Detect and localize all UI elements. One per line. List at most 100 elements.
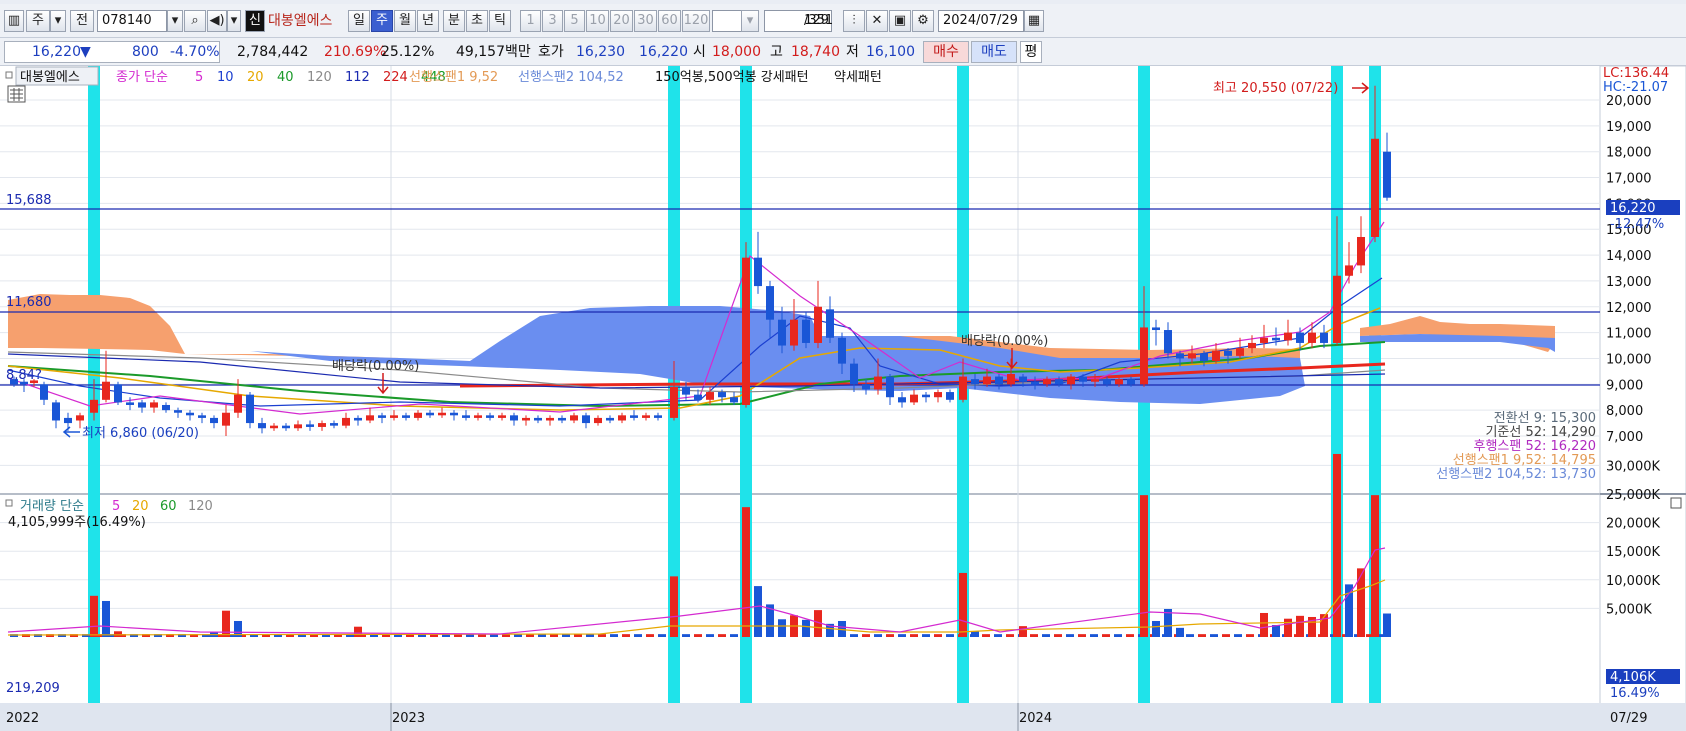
period-tab-month[interactable]: 월 bbox=[394, 10, 416, 32]
volume-avg-label: 219,209 bbox=[6, 681, 60, 696]
period-select[interactable]: 주 bbox=[26, 10, 50, 32]
price-axis-panel bbox=[1599, 66, 1686, 731]
stock-code-input[interactable]: 078140 bbox=[97, 10, 167, 32]
period-tab-tick[interactable]: 틱 bbox=[489, 10, 511, 32]
interval-60[interactable]: 60 bbox=[658, 10, 681, 32]
volume-bar bbox=[1260, 612, 1268, 637]
candle-body bbox=[1308, 332, 1316, 343]
bid-price: 16,220 bbox=[639, 44, 688, 60]
volume-bar-small bbox=[1234, 634, 1242, 637]
volume-bar bbox=[1272, 624, 1280, 637]
candle-body bbox=[1200, 353, 1208, 362]
candle-body bbox=[1164, 330, 1172, 354]
candle-body bbox=[898, 397, 906, 403]
line-label-2: 11,680 bbox=[6, 295, 52, 310]
price-axis-label: 13,000 bbox=[1606, 275, 1652, 290]
low-label: 저 bbox=[846, 44, 859, 60]
crosshair-icon[interactable]: ✕ bbox=[866, 10, 888, 32]
volume-legend-ma-item: 60 bbox=[160, 499, 177, 514]
legend-ma-item: 20 bbox=[247, 70, 264, 85]
volume-bar-small bbox=[874, 634, 882, 637]
interval-3[interactable]: 3 bbox=[542, 10, 563, 32]
volume-bar-small bbox=[730, 634, 738, 637]
x-label-2024: 2024 bbox=[1019, 711, 1052, 726]
period-tab-second[interactable]: 초 bbox=[466, 10, 488, 32]
period-tab-week[interactable]: 주 bbox=[371, 10, 393, 32]
interval-20[interactable]: 20 bbox=[610, 10, 633, 32]
buy-button[interactable]: 매수 bbox=[923, 41, 969, 63]
candle-body bbox=[1296, 332, 1304, 343]
volume-bar bbox=[222, 610, 230, 637]
candle-body bbox=[802, 319, 810, 343]
legend-ma-item: 5 bbox=[195, 70, 203, 85]
period-dropdown-icon[interactable]: ▾ bbox=[50, 10, 66, 32]
legend-pattern: 150억봉,500억봉 강세패턴 bbox=[655, 70, 809, 85]
chart-area[interactable]: 대봉엘에스 종가 단순 5 10 20 40 120 112 224 448 선행스팬1 9,… bbox=[0, 66, 1686, 731]
speaker-icon[interactable]: ◀) bbox=[207, 10, 227, 32]
candle-body bbox=[234, 394, 242, 413]
volume-bar-small bbox=[886, 634, 894, 637]
volume-axis-label: 10,000K bbox=[1606, 574, 1660, 589]
volume-bar-small bbox=[694, 634, 702, 637]
volume-bar-small bbox=[646, 634, 654, 637]
candle-body bbox=[510, 415, 518, 421]
candle-body bbox=[102, 381, 110, 400]
candle-style-icon[interactable]: ⫶ bbox=[843, 10, 865, 32]
candle-body bbox=[922, 394, 930, 398]
save-icon[interactable]: ▣ bbox=[889, 10, 911, 32]
prev-button[interactable]: 전 bbox=[70, 10, 94, 32]
interval-5[interactable]: 5 bbox=[564, 10, 585, 32]
legend-price-label: 종가 단순 bbox=[116, 70, 168, 85]
period-tab-minute[interactable]: 분 bbox=[443, 10, 465, 32]
volume-bar-small bbox=[994, 634, 1002, 637]
period-tab-year[interactable]: 년 bbox=[417, 10, 439, 32]
candle-body bbox=[790, 319, 798, 346]
interval-1[interactable]: 1 bbox=[520, 10, 541, 32]
volume-bar bbox=[102, 600, 110, 637]
price-axis-label: 9,000 bbox=[1606, 378, 1643, 393]
candle-body bbox=[1079, 376, 1087, 382]
interval-30[interactable]: 30 bbox=[634, 10, 657, 32]
average-button[interactable]: 평 bbox=[1020, 41, 1042, 63]
calendar-icon[interactable]: ▦ bbox=[1024, 10, 1044, 32]
hc-label: HC:-21.07 bbox=[1603, 80, 1668, 95]
date-input[interactable]: 2024/07/29 bbox=[938, 10, 1024, 32]
candle-body bbox=[971, 379, 979, 385]
candle-body bbox=[778, 319, 786, 346]
low-price: 16,100 bbox=[866, 44, 915, 60]
candle-body bbox=[354, 417, 362, 421]
volume-bar bbox=[1019, 626, 1027, 637]
volume-bar-small bbox=[610, 634, 618, 637]
ichimoku-legend-item: 기준선 52: 14,290 bbox=[1485, 425, 1596, 440]
candle-body bbox=[1236, 348, 1244, 356]
interval-10[interactable]: 10 bbox=[586, 10, 609, 32]
volume-bar-small bbox=[718, 634, 726, 637]
candle-body bbox=[40, 384, 48, 400]
volume-bar-small bbox=[946, 634, 954, 637]
chart-menu-icon[interactable]: ▥ bbox=[4, 10, 24, 32]
search-icon[interactable]: ⌕ bbox=[184, 10, 206, 32]
volume-bar-small bbox=[1066, 634, 1074, 637]
interval-dropdown-icon[interactable]: ▾ bbox=[741, 10, 759, 32]
settings-gear-icon[interactable]: ⚙ bbox=[912, 10, 934, 32]
candle-body bbox=[186, 412, 194, 416]
volume-pane-close-icon[interactable] bbox=[1670, 497, 1682, 509]
candle-body bbox=[1248, 342, 1256, 349]
period-tab-day[interactable]: 일 bbox=[348, 10, 370, 32]
interval-120[interactable]: 120 bbox=[682, 10, 710, 32]
quote-bar: 16,220 ▼ 800 -4.70% 2,784,442 210.69% 25… bbox=[0, 38, 1686, 66]
candle-body bbox=[1224, 350, 1232, 356]
volume-bar-small bbox=[850, 634, 858, 637]
max-price-label: 최고 20,550 (07/22) bbox=[1213, 81, 1338, 96]
trade-amount: 49,157백만 bbox=[456, 44, 531, 60]
candle-body bbox=[1320, 332, 1328, 343]
code-dropdown-icon[interactable]: ▾ bbox=[167, 10, 183, 32]
volume-axis-label: 25,000K bbox=[1606, 488, 1660, 503]
candle-body bbox=[1067, 376, 1075, 385]
legend-stock-name: 대봉엘에스 bbox=[20, 70, 80, 85]
candle-body bbox=[294, 424, 302, 429]
price-axis-label: 17,000 bbox=[1606, 172, 1652, 187]
speaker-dropdown-icon[interactable]: ▾ bbox=[227, 10, 241, 32]
volume-bar bbox=[670, 576, 678, 637]
sell-button[interactable]: 매도 bbox=[971, 41, 1017, 63]
